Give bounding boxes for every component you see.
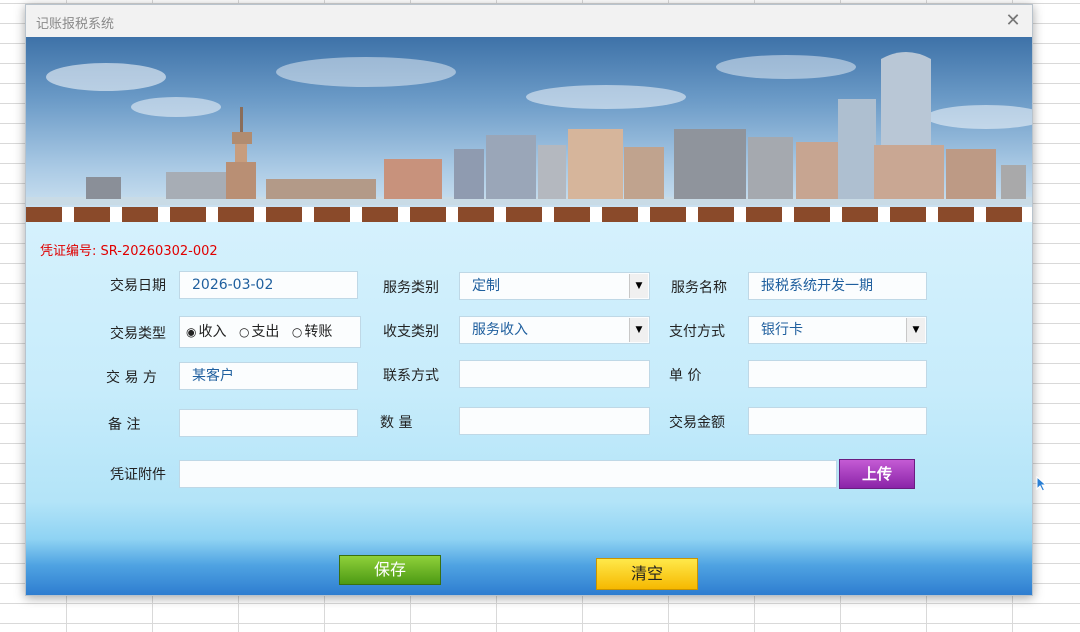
service-category-label: 服务类别: [383, 280, 439, 296]
skyline-illustration: [26, 52, 1032, 222]
dropdown-arrow-icon[interactable]: ▼: [629, 318, 648, 342]
city-skyline-banner: [26, 37, 1032, 222]
mouse-pointer-icon: [1036, 476, 1048, 492]
radio-transfer-label: 转账: [304, 324, 333, 340]
clear-button[interactable]: 清空: [596, 558, 698, 590]
upload-button[interactable]: 上传: [839, 459, 915, 489]
voucher-number: 凭证编号: SR-20260302-002: [40, 244, 218, 259]
counterparty-field[interactable]: 某客户: [179, 362, 358, 390]
income-expense-category-label: 收支类别: [383, 324, 439, 340]
service-category-select[interactable]: 定制 ▼: [459, 272, 650, 300]
remark-field[interactable]: [179, 409, 358, 437]
unit-price-field[interactable]: [748, 360, 927, 388]
close-icon[interactable]: ✕: [1002, 10, 1024, 32]
counterparty-label: 交 易 方: [106, 370, 157, 386]
service-name-field[interactable]: 报税系统开发一期: [748, 272, 927, 300]
dropdown-arrow-icon[interactable]: ▼: [906, 318, 925, 342]
income-expense-category-select[interactable]: 服务收入 ▼: [459, 316, 650, 344]
attachment-field[interactable]: [179, 460, 837, 488]
radio-income-label: 收入: [198, 324, 227, 340]
trade-amount-field[interactable]: [748, 407, 927, 435]
service-category-value: 定制: [472, 278, 500, 294]
save-button[interactable]: 保存: [339, 555, 441, 585]
contact-label: 联系方式: [383, 368, 439, 384]
radio-income[interactable]: ◉ 收入: [186, 324, 226, 340]
trade-date-label: 交易日期: [110, 278, 166, 294]
dropdown-arrow-icon[interactable]: ▼: [629, 274, 648, 298]
trade-amount-label: 交易金额: [669, 415, 725, 431]
trade-date-field[interactable]: 2026-03-02: [179, 271, 358, 299]
quantity-label: 数 量: [380, 415, 413, 431]
radio-expense[interactable]: ○ 支出: [239, 324, 279, 340]
radio-transfer[interactable]: ○ 转账: [292, 324, 332, 340]
unit-price-label: 单 价: [669, 368, 702, 384]
service-name-label: 服务名称: [671, 280, 727, 296]
attachment-label: 凭证附件: [110, 467, 166, 483]
radio-empty-icon: ○: [238, 325, 250, 339]
radio-empty-icon: ○: [291, 325, 303, 339]
trade-type-radio-group: ◉ 收入 ○ 支出 ○ 转账: [179, 316, 361, 348]
voucher-form: 凭证编号: SR-20260302-002 交易日期 2026-03-02 交易…: [26, 222, 1032, 595]
payment-method-label: 支付方式: [669, 324, 725, 340]
trade-type-label: 交易类型: [110, 326, 166, 342]
radio-selected-icon: ◉: [186, 325, 197, 339]
title-bar: 记账报税系统 ✕: [26, 5, 1032, 37]
radio-expense-label: 支出: [251, 324, 280, 340]
payment-method-value: 银行卡: [761, 322, 803, 338]
payment-method-select[interactable]: 银行卡 ▼: [748, 316, 927, 344]
brick-rail: [26, 207, 1032, 222]
bookkeeping-dialog: 记账报税系统 ✕ 凭证编号: SR-20260302-002 交易日期 2026…: [25, 4, 1033, 596]
quantity-field[interactable]: [459, 407, 650, 435]
window-title: 记账报税系统: [36, 17, 115, 32]
income-expense-category-value: 服务收入: [472, 322, 528, 338]
contact-field[interactable]: [459, 360, 650, 388]
remark-label: 备 注: [108, 417, 141, 433]
